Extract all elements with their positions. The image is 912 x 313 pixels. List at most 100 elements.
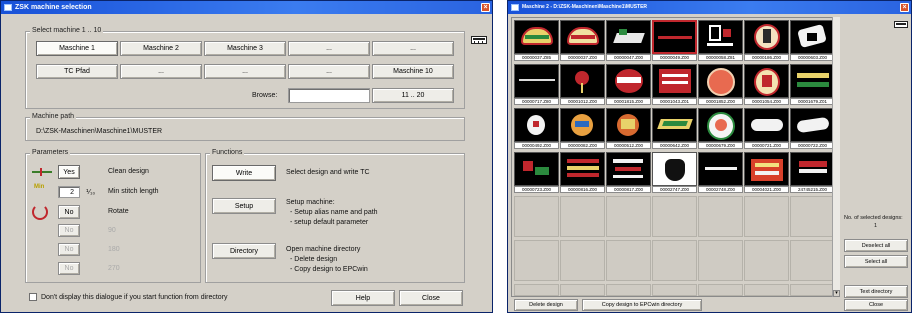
select-all-button[interactable]: Select all (844, 255, 908, 268)
thumbnail[interactable]: 00000642.Z00 (652, 108, 697, 149)
empty-slot (606, 196, 651, 237)
browse-next-button[interactable]: 11 .. 20 (372, 88, 454, 103)
thumbnail[interactable]: 00000047.Z00 (606, 20, 651, 61)
thumbnail[interactable]: 00000722.Z00 (790, 108, 835, 149)
thumbnail-caption: 24745215.Z00 (790, 186, 835, 193)
clean-design-button[interactable]: Yes (58, 165, 80, 179)
clean-design-label: Clean design (108, 168, 149, 175)
machine-3-button[interactable]: Maschine 3 (204, 41, 286, 56)
copy-design-button[interactable]: Copy design to EPCwin directory (582, 299, 702, 311)
thumbnail[interactable]: 00002748.Z00 (698, 152, 743, 193)
design-preview (744, 152, 789, 186)
empty-slot (698, 284, 743, 296)
thumbnail[interactable]: 00000717.Z80 (514, 64, 559, 105)
close-button[interactable]: Close (844, 299, 908, 311)
thumbnail-caption: 00000186.Z00 (744, 54, 789, 61)
thumbnail-caption: 00001679.Z01 (790, 98, 835, 105)
thumbnail[interactable]: 00000512.Z00 (606, 108, 651, 149)
thumbnail-caption: 00000512.Z00 (606, 142, 651, 149)
rotate-90-button[interactable]: No (58, 224, 80, 237)
thumbnail-grid: 00000037.Z85 00000037.Z00 00000047.Z00 0… (511, 17, 837, 297)
machine-4-button[interactable]: ... (288, 41, 370, 56)
empty-slot (698, 240, 743, 281)
thumbnail-caption: 00000817.Z00 (606, 186, 651, 193)
thumbnail[interactable]: 00000037.Z00 (560, 20, 605, 61)
close-window-button[interactable]: × (900, 3, 909, 12)
help-button[interactable]: Help (331, 290, 395, 306)
setup-desc-line1: - Setup alias name and path (290, 209, 378, 216)
browse-field[interactable] (288, 88, 370, 103)
vertical-scrollbar[interactable]: ▾ (832, 17, 840, 297)
thumbnail[interactable]: 00001054.Z00 (744, 64, 789, 105)
setup-button[interactable]: Setup (212, 198, 276, 214)
stitch-unit: ⅟₁₀ (86, 189, 96, 196)
rotate-180-button[interactable]: No (58, 243, 80, 256)
design-preview (514, 152, 559, 186)
thumbnail[interactable]: 00000817.Z00 (606, 152, 651, 193)
rotate-90-label: 90 (108, 227, 116, 234)
window-title: ZSK machine selection (15, 4, 92, 11)
thumbnail[interactable]: 00001852.Z00 (698, 64, 743, 105)
dont-display-checkbox[interactable] (29, 293, 37, 301)
empty-slot (790, 284, 835, 296)
design-preview (744, 64, 789, 98)
machine-10-button[interactable]: Maschine 10 (372, 64, 454, 79)
empty-slot (652, 284, 697, 296)
thumbnail[interactable]: 00000058.Z81 (698, 20, 743, 61)
thumbnail[interactable]: 00000186.Z00 (744, 20, 789, 61)
design-preview (698, 152, 743, 186)
rotate-button[interactable]: No (58, 205, 80, 219)
machine-8-button[interactable]: ... (204, 64, 286, 79)
thumbnail-caption: 00002748.Z00 (698, 186, 743, 193)
thumbnail[interactable]: 00001679.Z01 (790, 64, 835, 105)
directory-desc-line1: - Delete design (290, 256, 338, 263)
thumbnail[interactable]: 00000492.Z00 (514, 108, 559, 149)
rotate-180-label: 180 (108, 246, 120, 253)
thumbnail[interactable]: 00000603.Z00 (790, 20, 835, 61)
empty-slot (514, 196, 559, 237)
machine-2-button[interactable]: Maschine 2 (120, 41, 202, 56)
thumbnail-caption: 00000816.Z00 (560, 186, 605, 193)
design-preview (606, 108, 651, 142)
close-window-button[interactable]: × (481, 3, 490, 12)
design-preview (560, 64, 605, 98)
thumbnail[interactable]: 00000679.Z00 (698, 108, 743, 149)
thumbnail[interactable]: 00001012.Z00 (560, 64, 605, 105)
write-button[interactable]: Write (212, 165, 276, 181)
thumbnail[interactable]: 00000721.Z00 (744, 108, 789, 149)
thumbnail[interactable]: 00001043.Z01 (652, 64, 697, 105)
machine-5-button[interactable]: ... (372, 41, 454, 56)
thumbnail[interactable]: 00000037.Z85 (514, 20, 559, 61)
tc-path-button[interactable]: TC Pfad (36, 64, 118, 79)
machine-9-button[interactable]: ... (288, 64, 370, 79)
thumbnail[interactable]: 00002747.Z00 (652, 152, 697, 193)
thumbnail[interactable]: 00000723.Z00 (514, 152, 559, 193)
thumbnail[interactable]: 00000816.Z00 (560, 152, 605, 193)
delete-design-button[interactable]: Delete design (514, 299, 578, 311)
thumbnail[interactable]: 24745215.Z00 (790, 152, 835, 193)
directory-button[interactable]: Directory (212, 243, 276, 259)
text-directory-button[interactable]: Text directory (844, 285, 908, 298)
dont-display-label: Don't display this dialogue if you start… (41, 294, 228, 301)
min-stitch-field[interactable]: 2 (58, 186, 80, 198)
thumbnail[interactable]: 00004021.Z00 (744, 152, 789, 193)
machine-7-button[interactable]: ... (120, 64, 202, 79)
thumbnail[interactable]: 00000049.Z00 (652, 20, 697, 61)
empty-slot (606, 240, 651, 281)
thumbnail-caption: 00004021.Z00 (744, 186, 789, 193)
machine-1-button[interactable]: Maschine 1 (36, 41, 118, 56)
thumbnail[interactable]: 00001815.Z00 (606, 64, 651, 105)
design-preview (560, 152, 605, 186)
thumbnail-caption: 00000047.Z00 (606, 54, 651, 61)
deselect-all-button[interactable]: Deselect all (844, 239, 908, 252)
thumbnail-caption: 00000037.Z00 (560, 54, 605, 61)
close-button[interactable]: Close (399, 290, 463, 306)
design-preview (514, 20, 559, 54)
thumbnail[interactable]: 00000082.Z00 (560, 108, 605, 149)
rotate-270-button[interactable]: No (58, 262, 80, 275)
setup-desc-line2: - setup default parameter (290, 219, 369, 226)
empty-slot (744, 284, 789, 296)
selected-count-value: 1 (874, 223, 878, 229)
scroll-down-arrow-icon[interactable]: ▾ (833, 290, 840, 297)
thumbnail-caption: 00001043.Z01 (652, 98, 697, 105)
